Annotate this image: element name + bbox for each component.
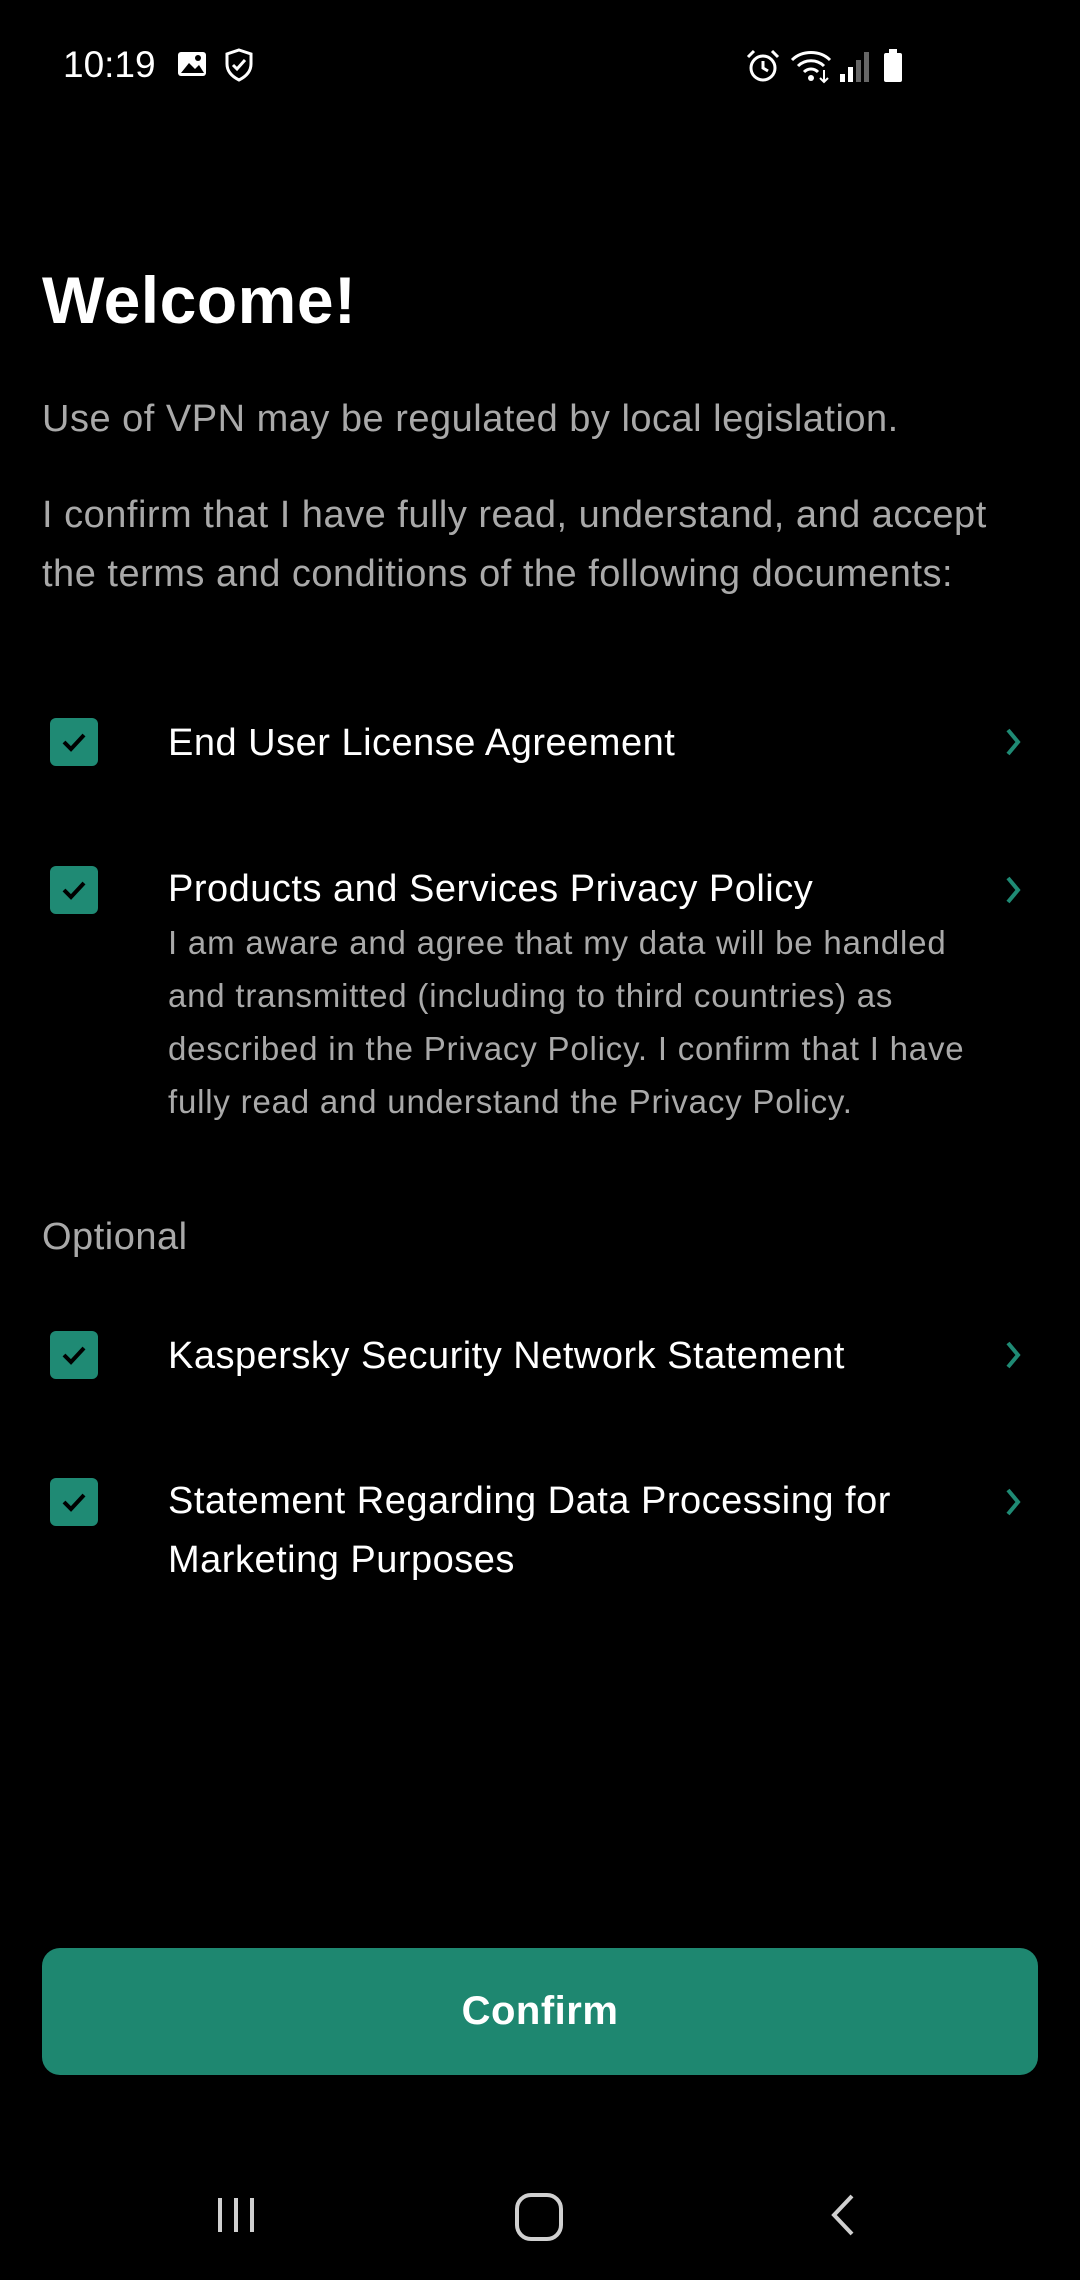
checkbox-eula[interactable] <box>50 718 98 766</box>
shield-check-icon <box>225 48 253 82</box>
vpn-notice: Use of VPN may be regulated by local leg… <box>42 398 899 440</box>
document-row-ksn[interactable]: Kaspersky Security Network Statement <box>0 1325 1080 1385</box>
battery-icon <box>884 49 902 82</box>
document-label[interactable]: Products and Services Privacy Policy <box>168 860 813 919</box>
chevron-right-icon[interactable] <box>1000 872 1028 908</box>
signal-icon <box>840 52 869 82</box>
checkmark-icon <box>62 733 86 752</box>
chevron-right-icon[interactable] <box>1000 1337 1028 1373</box>
nav-bar <box>0 2160 1080 2280</box>
checkmark-icon <box>62 881 86 900</box>
recent-apps-icon[interactable] <box>212 2190 262 2240</box>
page-title: Welcome! <box>42 263 357 337</box>
checkbox-marketing[interactable] <box>50 1478 98 1526</box>
document-description: I am aware and agree that my data will b… <box>168 924 965 1120</box>
alarm-icon <box>746 49 780 82</box>
document-row-eula[interactable]: End User License Agreement <box>0 712 1080 772</box>
confirm-button[interactable]: Confirm <box>42 1948 1038 2075</box>
document-label[interactable]: End User License Agreement <box>168 714 675 773</box>
document-label[interactable]: Kaspersky Security Network Statement <box>168 1327 845 1386</box>
chevron-right-icon[interactable] <box>1000 724 1028 760</box>
checkbox-privacy-policy[interactable] <box>50 866 98 914</box>
chevron-right-icon[interactable] <box>1000 1484 1028 1520</box>
checkmark-icon <box>62 1493 86 1512</box>
document-label[interactable]: Statement Regarding Data Processing for … <box>168 1472 988 1590</box>
back-icon[interactable] <box>820 2190 870 2240</box>
status-bar: 10:19 <box>0 0 1080 140</box>
document-row-privacy-policy[interactable]: Products and Services Privacy Policy I a… <box>0 860 1080 1180</box>
optional-label: Optional <box>42 1216 188 1258</box>
home-icon[interactable] <box>512 2190 568 2246</box>
checkbox-ksn[interactable] <box>50 1331 98 1379</box>
image-icon <box>178 52 206 76</box>
confirm-text: I confirm that I have fully read, unders… <box>42 494 987 595</box>
document-row-marketing[interactable]: Statement Regarding Data Processing for … <box>0 1472 1080 1602</box>
status-time: 10:19 <box>63 44 156 85</box>
checkmark-icon <box>62 1346 86 1365</box>
wifi-icon <box>790 51 832 84</box>
